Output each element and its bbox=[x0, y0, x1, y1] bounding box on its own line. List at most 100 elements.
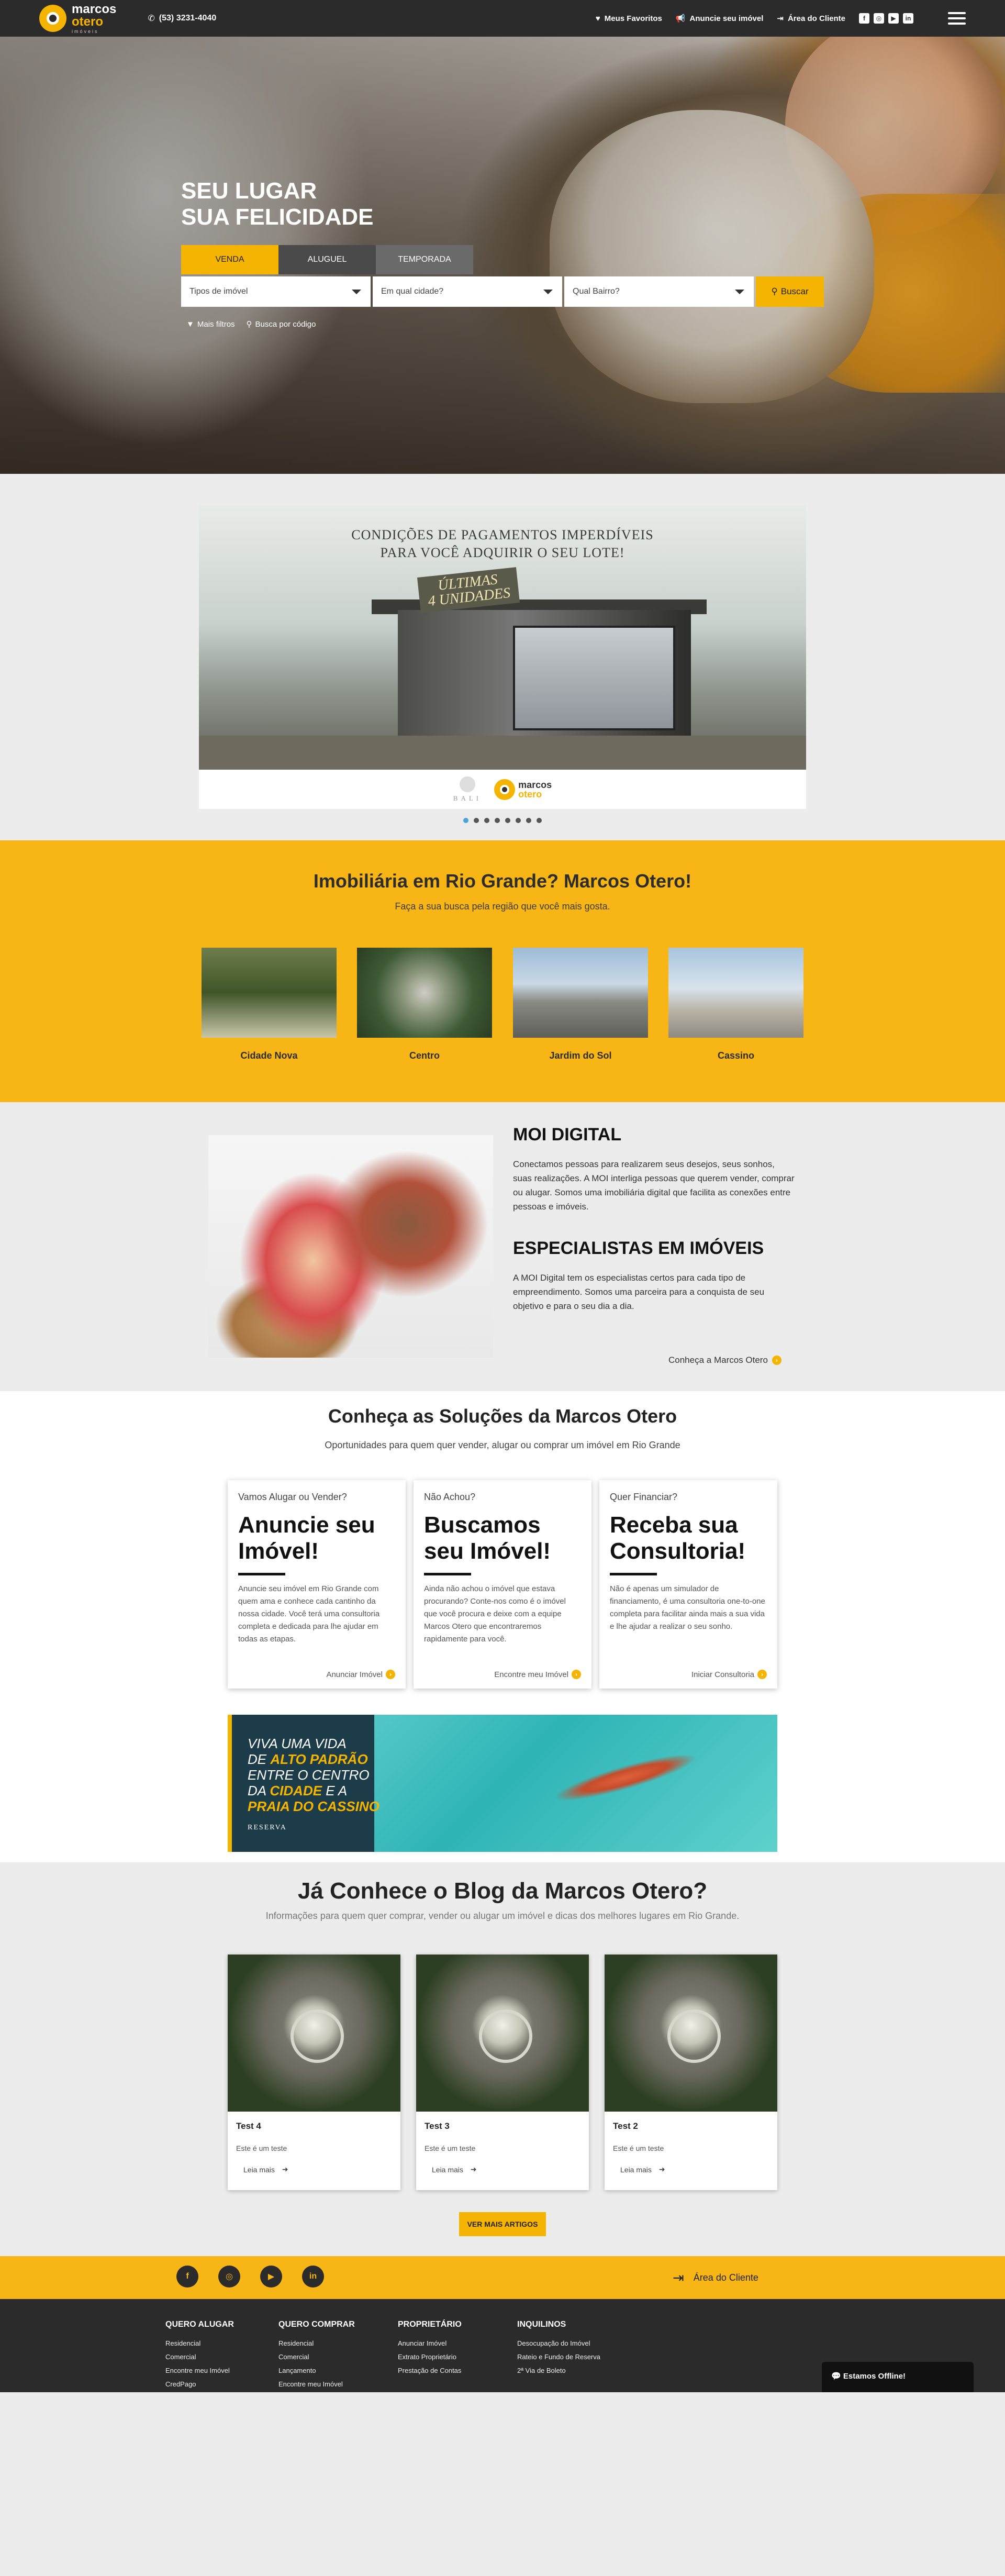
neighborhoods-section: Imobiliária em Rio Grande? Marcos Otero!… bbox=[0, 840, 1005, 1102]
carousel-dot[interactable] bbox=[495, 818, 500, 823]
logo-mark-icon bbox=[494, 779, 516, 800]
ad-brand: RESERVA bbox=[248, 1824, 287, 1831]
carousel-dot[interactable] bbox=[474, 818, 479, 823]
arrow-right-icon: › bbox=[757, 1670, 767, 1679]
ad-text: VIVA UMA VIDA DE ALTO PADRÃO ENTRE O CEN… bbox=[248, 1736, 379, 1814]
blog-post-card[interactable]: Test 4 Este é um teste Leia mais ➜ bbox=[228, 1955, 400, 2190]
facebook-icon[interactable]: f bbox=[859, 13, 869, 24]
facebook-icon[interactable]: f bbox=[176, 2266, 198, 2288]
chat-widget[interactable]: 💬 Estamos Offline! bbox=[822, 2362, 974, 2392]
advertise-property-link[interactable]: Anunciar Imóvel › bbox=[326, 1670, 395, 1679]
footer-link[interactable]: 2ª Via de Boleto bbox=[517, 2364, 600, 2378]
find-property-link[interactable]: Encontre meu Imóvel › bbox=[494, 1670, 581, 1679]
footer-link[interactable]: Residencial bbox=[278, 2337, 355, 2350]
start-consulting-link[interactable]: Iniciar Consultoria › bbox=[691, 1670, 767, 1679]
sign-in-icon: ⇥ bbox=[673, 2270, 684, 2285]
about-photo bbox=[208, 1135, 493, 1358]
carousel-dot[interactable] bbox=[537, 818, 542, 823]
phone-link[interactable]: ✆ (53) 3231-4040 bbox=[148, 13, 216, 24]
about-heading-moi: MOI DIGITAL bbox=[513, 1125, 622, 1145]
footer-social-bar: f ◎ ▶ in ⇥ Área do Cliente bbox=[0, 2256, 1005, 2299]
youtube-icon[interactable]: ▶ bbox=[260, 2266, 282, 2288]
neighborhoods-subtitle: Faça a sua busca pela região que você ma… bbox=[395, 901, 610, 912]
carousel-dot[interactable] bbox=[484, 818, 489, 823]
carousel-dots bbox=[0, 818, 1005, 823]
footer-link[interactable]: Lançamento bbox=[278, 2364, 355, 2378]
more-filters-link[interactable]: ▼ Mais filtros bbox=[186, 319, 235, 329]
instagram-icon[interactable]: ◎ bbox=[218, 2266, 240, 2288]
city-select[interactable]: Em qual cidade? bbox=[373, 276, 562, 307]
footer-client-area-link[interactable]: ⇥ Área do Cliente bbox=[673, 2270, 758, 2286]
client-area-link[interactable]: ⇥ Área do Cliente bbox=[777, 14, 845, 24]
about-section: MOI DIGITAL Conectamos pessoas para real… bbox=[0, 1102, 1005, 1391]
search-form: Tipos de imóvel Em qual cidade? Qual Bai… bbox=[181, 276, 824, 307]
favorites-link[interactable]: ♥ Meus Favoritos bbox=[596, 14, 662, 23]
menu-icon[interactable] bbox=[948, 12, 966, 25]
blog-post-card[interactable]: Test 3 Este é um teste Leia mais ➜ bbox=[416, 1955, 589, 2190]
search-tabs: VENDA ALUGUEL TEMPORADA bbox=[181, 245, 473, 274]
footer-link[interactable]: CredPago bbox=[165, 2378, 234, 2391]
banner-slide[interactable]: CONDIÇÕES DE PAGAMENTOS IMPERDÍVEIS PARA… bbox=[199, 505, 806, 809]
about-link[interactable]: Conheça a Marcos Otero › bbox=[668, 1355, 781, 1365]
linkedin-icon[interactable]: in bbox=[903, 13, 913, 24]
reserva-ad-banner[interactable]: VIVA UMA VIDA DE ALTO PADRÃO ENTRE O CEN… bbox=[228, 1715, 777, 1852]
linkedin-icon[interactable]: in bbox=[302, 2266, 324, 2288]
neighborhood-card-jardim-do-sol[interactable]: Jardim do Sol bbox=[513, 948, 648, 1061]
neighborhood-card-cidade-nova[interactable]: Cidade Nova bbox=[202, 948, 337, 1061]
blog-post-card[interactable]: Test 2 Este é um teste Leia mais ➜ bbox=[605, 1955, 777, 2190]
see-more-articles-button[interactable]: VER MAIS ARTIGOS bbox=[459, 2212, 546, 2236]
read-more-link[interactable]: Leia mais ➜ bbox=[620, 2165, 777, 2174]
logo-text-top: marcos bbox=[72, 2, 117, 16]
footer-column-tenants: INQUILINOS Desocupação do Imóvel Rateio … bbox=[517, 2320, 600, 2378]
footer-link[interactable]: Prestação de Contas bbox=[398, 2364, 462, 2378]
footer-link[interactable]: Desocupação do Imóvel bbox=[517, 2337, 600, 2350]
solution-card-financing: Quer Financiar? Receba sua Consultoria! … bbox=[599, 1480, 777, 1689]
logo-text-bottom: otero bbox=[72, 14, 103, 29]
search-button[interactable]: ⚲ Buscar bbox=[756, 276, 824, 307]
footer-link[interactable]: Encontre meu Imóvel bbox=[278, 2378, 355, 2391]
social-links: f ◎ ▶ in bbox=[859, 13, 913, 24]
neighborhood-card-cassino[interactable]: Cassino bbox=[668, 948, 803, 1061]
search-icon: ⚲ bbox=[771, 286, 778, 296]
tab-venda[interactable]: VENDA bbox=[181, 245, 278, 274]
search-icon: ⚲ bbox=[246, 320, 252, 329]
logo-text-sub: imóveis bbox=[72, 28, 99, 34]
carousel-dot[interactable] bbox=[463, 818, 468, 823]
advertise-link[interactable]: 📢 Anuncie seu imóvel bbox=[675, 14, 764, 24]
footer-column-rent: QUERO ALUGAR Residencial Comercial Encon… bbox=[165, 2320, 234, 2391]
footer-link[interactable]: Anunciar Imóvel bbox=[398, 2337, 462, 2350]
footer-link[interactable]: Extrato Proprietário bbox=[398, 2350, 462, 2364]
about-text-specialists: A MOI Digital tem os especialistas certo… bbox=[513, 1273, 765, 1311]
neighborhood-photo bbox=[357, 948, 492, 1038]
hero-section: SEU LUGAR SUA FELICIDADE VENDA ALUGUEL T… bbox=[0, 37, 1005, 474]
read-more-link[interactable]: Leia mais ➜ bbox=[243, 2165, 400, 2174]
footer-column-buy: QUERO COMPRAR Residencial Comercial Lanç… bbox=[278, 2320, 355, 2391]
footer-link[interactable]: Comercial bbox=[165, 2350, 234, 2364]
blog-subtitle: Informações para quem quer comprar, vend… bbox=[265, 1911, 740, 1921]
property-type-select[interactable]: Tipos de imóvel bbox=[181, 276, 371, 307]
solutions-section: Conheça as Soluções da Marcos Otero Opor… bbox=[0, 1391, 1005, 1862]
footer-link[interactable]: Residencial bbox=[165, 2337, 234, 2350]
carousel-dot[interactable] bbox=[516, 818, 521, 823]
neighborhood-select[interactable]: Qual Bairro? bbox=[564, 276, 754, 307]
tab-aluguel[interactable]: ALUGUEL bbox=[278, 245, 376, 274]
carousel-dot[interactable] bbox=[505, 818, 510, 823]
footer-link[interactable]: Encontre meu Imóvel bbox=[165, 2364, 234, 2378]
filter-icon: ▼ bbox=[186, 319, 194, 329]
banner-image: CONDIÇÕES DE PAGAMENTOS IMPERDÍVEIS PARA… bbox=[199, 505, 806, 770]
tab-temporada[interactable]: TEMPORADA bbox=[376, 245, 473, 274]
youtube-icon[interactable]: ▶ bbox=[888, 13, 899, 24]
partner-logo: BALI bbox=[453, 776, 482, 803]
instagram-icon[interactable]: ◎ bbox=[874, 13, 884, 24]
arrow-right-icon: › bbox=[572, 1670, 581, 1679]
read-more-link[interactable]: Leia mais ➜ bbox=[432, 2165, 589, 2174]
footer-link[interactable]: Rateio e Fundo de Reserva bbox=[517, 2350, 600, 2364]
footer-link[interactable]: Comercial bbox=[278, 2350, 355, 2364]
neighborhood-card-centro[interactable]: Centro bbox=[357, 948, 492, 1061]
phone-icon: ✆ bbox=[148, 14, 155, 23]
arrow-right-icon: › bbox=[386, 1670, 395, 1679]
megaphone-icon: 📢 bbox=[675, 14, 686, 23]
site-logo[interactable]: marcos otero imóveis bbox=[39, 3, 116, 34]
carousel-dot[interactable] bbox=[526, 818, 531, 823]
code-search-link[interactable]: ⚲ Busca por código bbox=[247, 319, 316, 329]
